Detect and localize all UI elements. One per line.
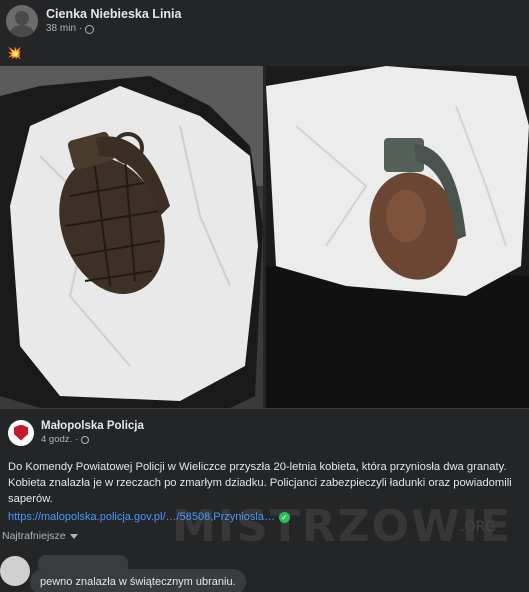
shared-post-header: Małopolska Policja 4 godz. ·: [8, 419, 144, 446]
chevron-down-icon: [69, 533, 78, 539]
avatar[interactable]: [6, 5, 38, 37]
page-name[interactable]: Cienka Niebieska Linia: [46, 6, 181, 22]
comment-sort-dropdown[interactable]: Najtrafniejsze: [2, 530, 78, 542]
post-header: Cienka Niebieska Linia 38 min ·: [6, 4, 181, 38]
police-logo[interactable]: [8, 419, 34, 446]
grenade-photo-left-image: [0, 66, 263, 408]
grenade-photo-right[interactable]: [266, 66, 529, 408]
shared-link[interactable]: https://malopolska.policja.gov.pl/…/5850…: [8, 511, 275, 523]
shared-post-text: Do Komendy Powiatowej Policji w Wieliczc…: [8, 461, 512, 505]
grenade-photo-left[interactable]: [0, 66, 263, 408]
globe-icon: [81, 435, 90, 444]
shared-post-time[interactable]: 4 godz.: [41, 433, 72, 446]
comment-avatar[interactable]: [0, 556, 30, 586]
police-shield-icon: [14, 424, 28, 441]
separator-dot: ·: [75, 434, 79, 445]
comment-text: pewno znalazła w świątecznym ubraniu.: [40, 576, 236, 588]
post-card: Cienka Niebieska Linia 38 min · 💥 Małopo…: [0, 0, 529, 592]
post-header-text: Cienka Niebieska Linia 38 min ·: [46, 6, 181, 36]
comment-sort-label: Najtrafniejsze: [2, 530, 66, 542]
separator-dot: ·: [79, 23, 83, 34]
collision-emoji-icon: 💥: [7, 46, 22, 60]
shared-page-name[interactable]: Małopolska Policja: [41, 419, 144, 433]
shared-post-header-text: Małopolska Policja 4 godz. ·: [41, 419, 144, 446]
shared-link-row: https://malopolska.policja.gov.pl/…/5850…: [8, 511, 290, 523]
post-meta: 38 min ·: [46, 22, 181, 36]
check-circle-icon: ✓: [279, 511, 290, 523]
photo-grid: [0, 66, 529, 408]
shared-post: Małopolska Policja 4 godz. · Do Komendy …: [0, 408, 529, 592]
comment-author-redacted: [38, 555, 128, 569]
watermark-suffix: .ORG: [460, 519, 497, 535]
shared-post-meta: 4 godz. ·: [41, 433, 144, 446]
comment-bubble: pewno znalazła w świątecznym ubraniu.: [30, 569, 246, 592]
grenade-photo-right-image: [266, 66, 529, 408]
globe-icon: [85, 24, 95, 34]
post-time[interactable]: 38 min: [46, 22, 76, 36]
